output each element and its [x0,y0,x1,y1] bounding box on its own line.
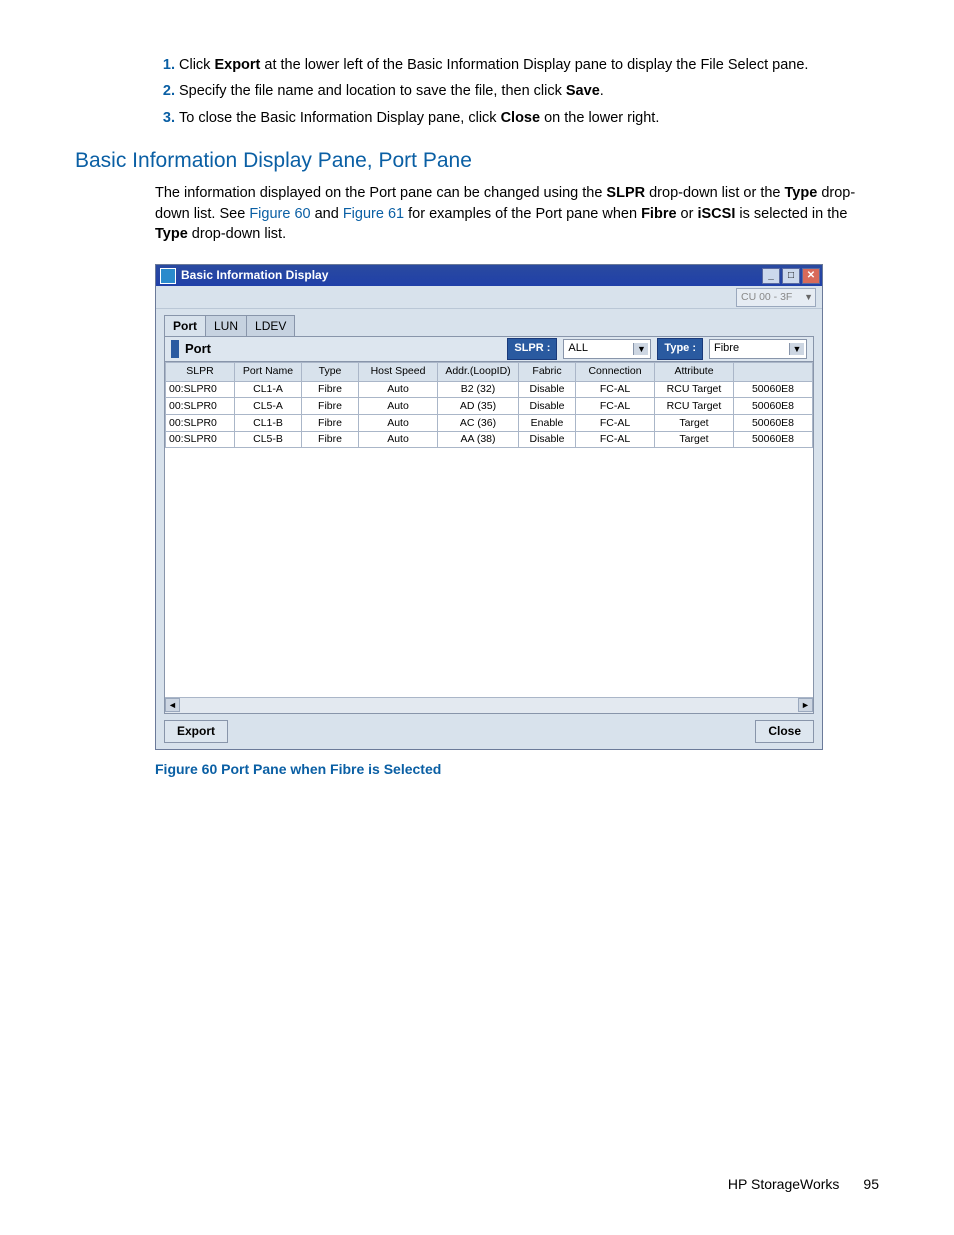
col-host-speed[interactable]: Host Speed [359,362,438,381]
col-port-name[interactable]: Port Name [235,362,302,381]
table-cell: CL5-B [235,431,302,448]
table-cell: 50060E8 [734,431,813,448]
table-row[interactable]: 00:SLPR0CL5-AFibreAutoAD (35)DisableFC-A… [166,398,813,415]
section-paragraph: The information displayed on the Port pa… [155,183,869,244]
port-table: SLPR Port Name Type Host Speed Addr.(Loo… [165,362,813,448]
table-cell: AD (35) [438,398,519,415]
scroll-left-button[interactable]: ◄ [165,698,180,712]
slpr-label: SLPR : [507,338,557,359]
table-cell: Auto [359,415,438,432]
slpr-dropdown[interactable]: ALL▼ [563,339,651,359]
pane-marker-icon [171,340,179,358]
table-cell: FC-AL [576,415,655,432]
tab-port[interactable]: Port [164,315,206,337]
table-cell: Fibre [302,415,359,432]
col-addr[interactable]: Addr.(LoopID) [438,362,519,381]
table-cell: 50060E8 [734,381,813,398]
table-cell: 00:SLPR0 [166,398,235,415]
tab-ldev[interactable]: LDEV [246,315,295,337]
table-cell: Fibre [302,381,359,398]
table-cell: Disable [519,431,576,448]
table-cell: Enable [519,415,576,432]
table-cell: 00:SLPR0 [166,431,235,448]
table-cell: Disable [519,381,576,398]
table-cell: B2 (32) [438,381,519,398]
horizontal-scrollbar[interactable]: ◄ ► [165,697,813,713]
table-cell: 50060E8 [734,398,813,415]
chevron-down-icon: ▼ [789,343,804,356]
col-extra[interactable] [734,362,813,381]
link-figure-61[interactable]: Figure 61 [343,206,404,222]
pane-title: Port [185,340,211,358]
chevron-down-icon: ▼ [633,343,648,356]
section-heading: Basic Information Display Pane, Port Pan… [75,146,879,175]
table-cell: FC-AL [576,381,655,398]
close-window-button[interactable]: ✕ [802,268,820,284]
table-row[interactable]: 00:SLPR0CL1-AFibreAutoB2 (32)DisableFC-A… [166,381,813,398]
table-cell: Target [655,415,734,432]
table-cell: AC (36) [438,415,519,432]
col-connection[interactable]: Connection [576,362,655,381]
step-2: Specify the file name and location to sa… [179,81,869,101]
close-button[interactable]: Close [755,720,814,743]
table-cell: FC-AL [576,431,655,448]
chevron-down-icon: ▼ [804,291,813,304]
table-cell: Fibre [302,398,359,415]
col-type[interactable]: Type [302,362,359,381]
table-cell: Auto [359,431,438,448]
scroll-right-button[interactable]: ► [798,698,813,712]
table-cell: Auto [359,398,438,415]
table-cell: RCU Target [655,398,734,415]
col-fabric[interactable]: Fabric [519,362,576,381]
minimize-button[interactable]: _ [762,268,780,284]
col-slpr[interactable]: SLPR [166,362,235,381]
type-label: Type : [657,338,703,359]
footer-text: HP StorageWorks [728,1175,840,1195]
table-cell: Target [655,431,734,448]
screenshot-window: Basic Information Display _ □ ✕ CU 00 - … [155,264,823,750]
table-cell: 00:SLPR0 [166,415,235,432]
table-row[interactable]: 00:SLPR0CL1-BFibreAutoAC (36)EnableFC-AL… [166,415,813,432]
step-3: To close the Basic Information Display p… [179,108,869,128]
type-dropdown[interactable]: Fibre▼ [709,339,807,359]
link-figure-60[interactable]: Figure 60 [249,206,310,222]
export-button[interactable]: Export [164,720,228,743]
table-cell: CL1-A [235,381,302,398]
tab-lun[interactable]: LUN [205,315,247,337]
cu-dropdown[interactable]: CU 00 - 3F▼ [736,288,816,307]
table-cell: 50060E8 [734,415,813,432]
table-cell: Disable [519,398,576,415]
table-cell: 00:SLPR0 [166,381,235,398]
app-icon [160,268,176,284]
step-1: Click Export at the lower left of the Ba… [179,55,869,75]
table-cell: Fibre [302,431,359,448]
maximize-button[interactable]: □ [782,268,800,284]
page-number: 95 [863,1175,879,1195]
table-cell: CL5-A [235,398,302,415]
table-cell: CL1-B [235,415,302,432]
table-row[interactable]: 00:SLPR0CL5-BFibreAutoAA (38)DisableFC-A… [166,431,813,448]
window-title: Basic Information Display [181,267,328,284]
table-cell: AA (38) [438,431,519,448]
figure-caption: Figure 60 Port Pane when Fibre is Select… [155,760,869,780]
table-cell: FC-AL [576,398,655,415]
col-attribute[interactable]: Attribute [655,362,734,381]
table-cell: Auto [359,381,438,398]
table-cell: RCU Target [655,381,734,398]
